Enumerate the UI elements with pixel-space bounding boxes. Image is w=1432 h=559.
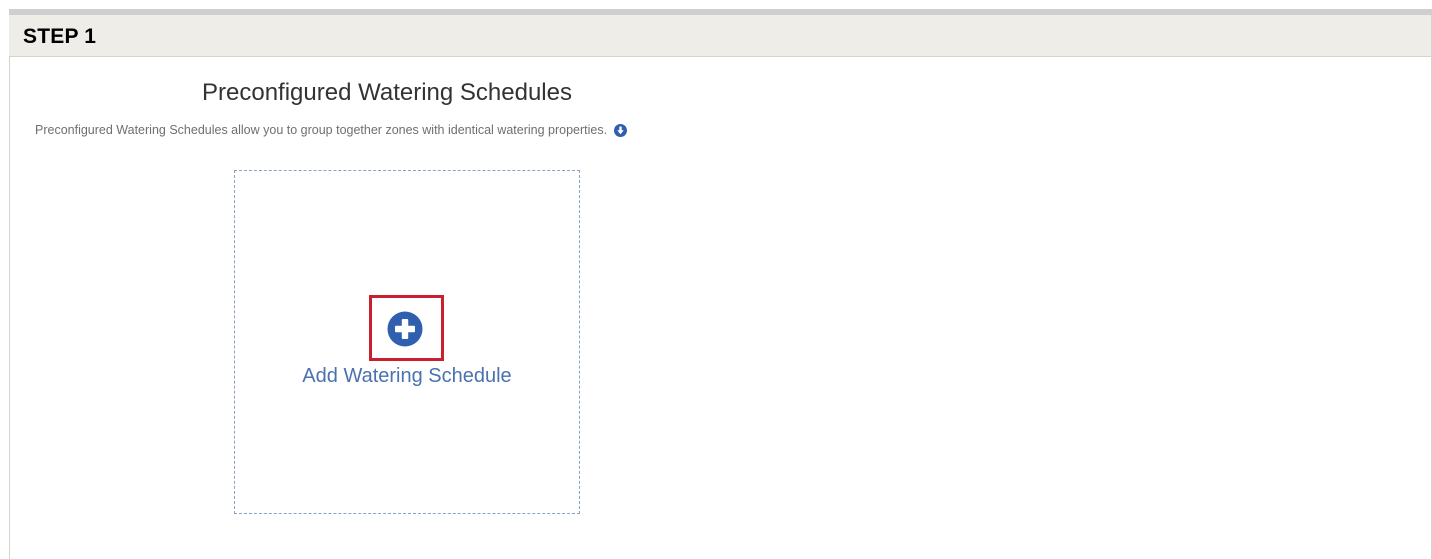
add-watering-schedule-label[interactable]: Add Watering Schedule bbox=[235, 365, 579, 388]
section-description: Preconfigured Watering Schedules allow y… bbox=[35, 123, 608, 137]
step-header: STEP 1 bbox=[9, 15, 1432, 57]
section-description-row: Preconfigured Watering Schedules allow y… bbox=[35, 123, 628, 137]
section-title: Preconfigured Watering Schedules bbox=[202, 79, 572, 106]
step-panel: Preconfigured Watering Schedules Preconf… bbox=[9, 57, 1432, 559]
plus-circle-icon[interactable] bbox=[387, 311, 423, 347]
circle-arrow-down-icon[interactable] bbox=[614, 123, 628, 137]
add-watering-schedule-card[interactable]: Add Watering Schedule bbox=[234, 170, 580, 514]
step-title: STEP 1 bbox=[23, 25, 97, 48]
